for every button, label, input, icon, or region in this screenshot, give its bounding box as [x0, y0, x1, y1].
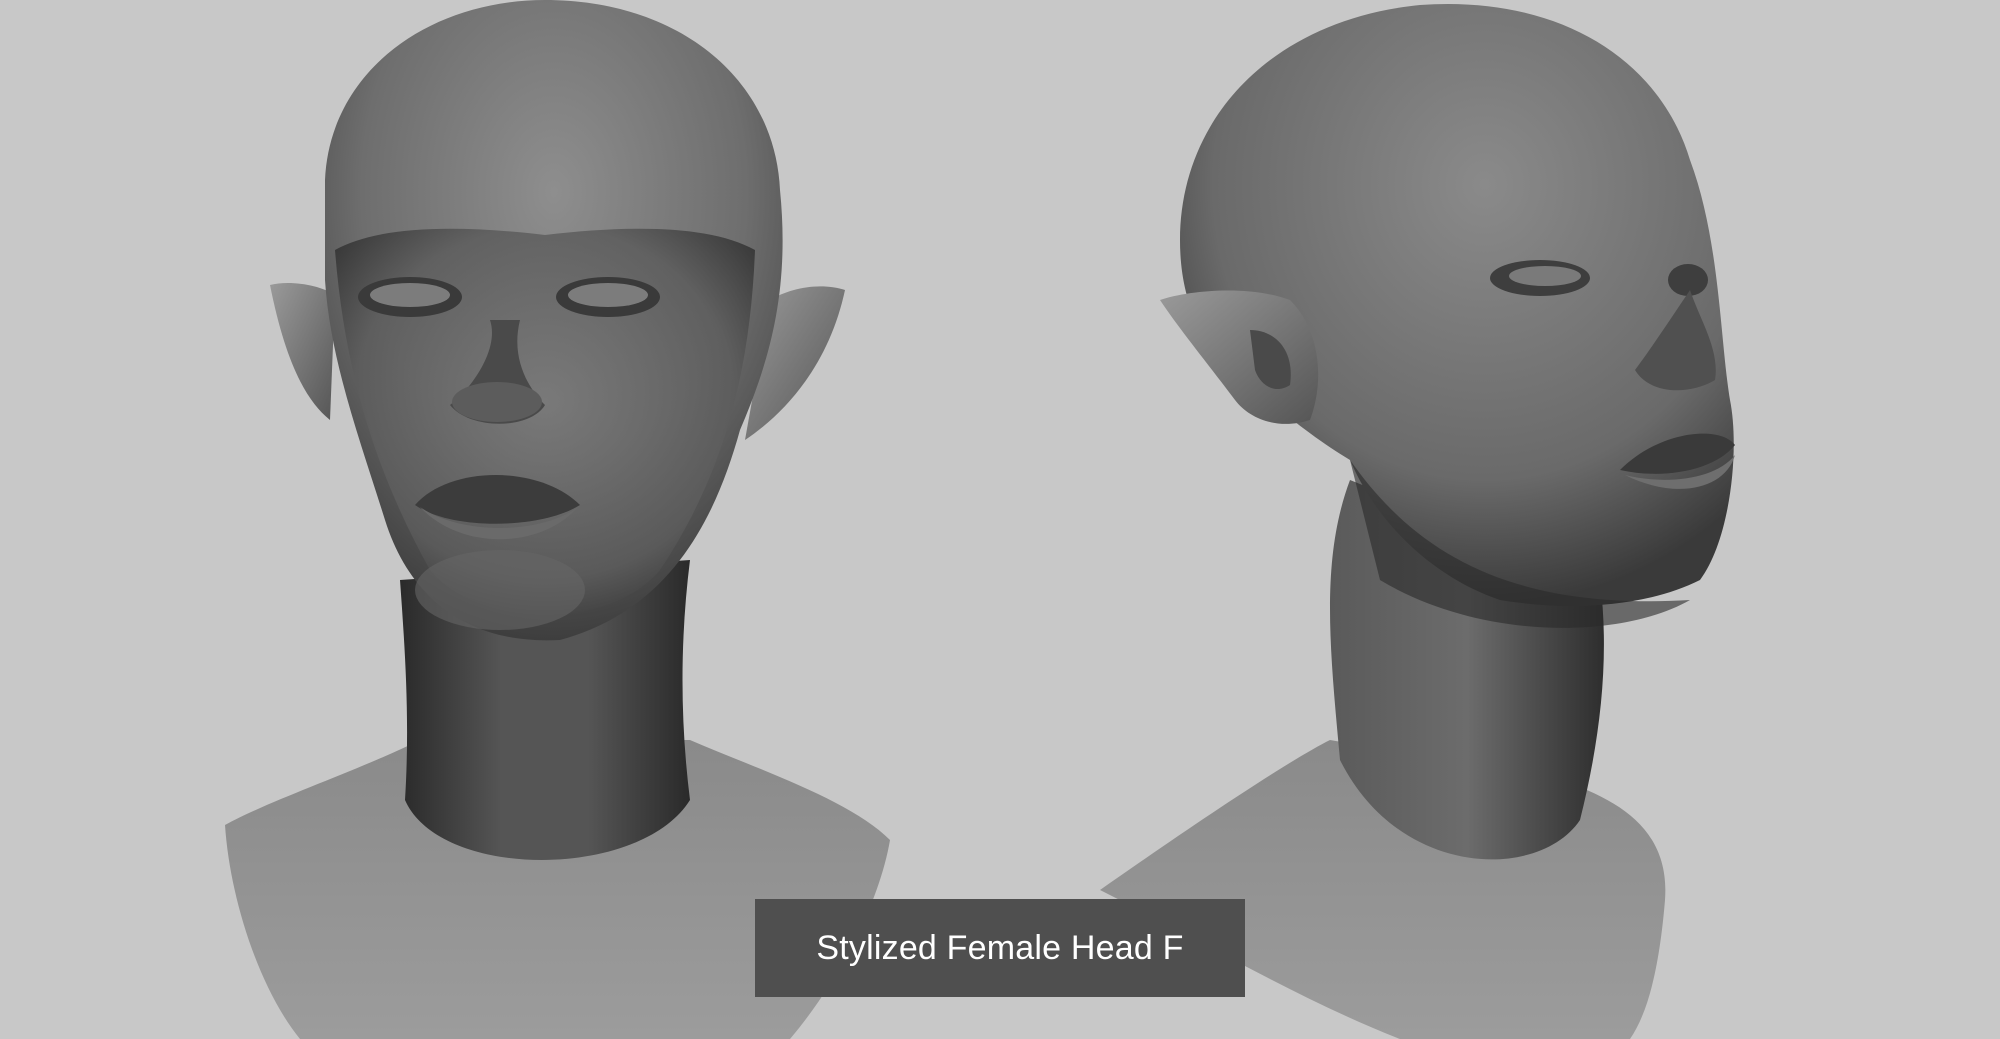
model-title-caption: Stylized Female Head F	[755, 899, 1245, 997]
render-viewport: Stylized Female Head F	[0, 0, 2000, 1039]
three-quarter-view-model	[1100, 3, 1735, 1039]
sculpt-render	[225, 0, 1735, 1039]
model-title-text: Stylized Female Head F	[816, 928, 1184, 967]
front-view-model	[225, 0, 890, 1039]
